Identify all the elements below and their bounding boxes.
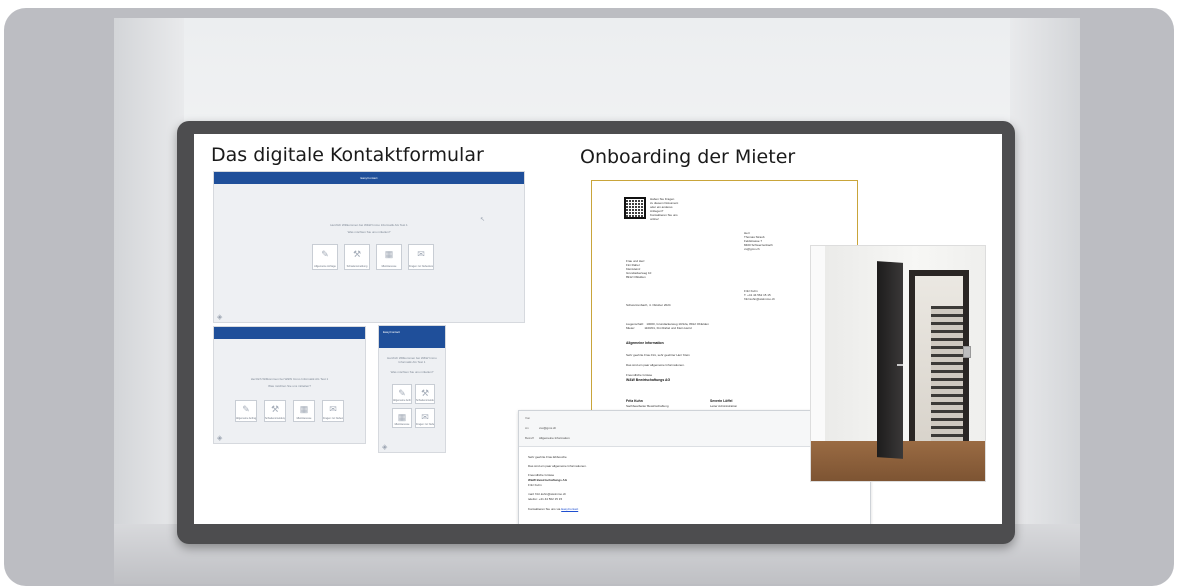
contact-form-mobile: EasyContact Herzlich Willkommen bei W&W … (378, 325, 446, 453)
letter-closing: Freundliche Grüsse (626, 373, 653, 377)
document-icon: ✎ (321, 248, 329, 259)
tile-general-inquiry[interactable]: ✎ Allgemeine Anfrage (312, 244, 338, 270)
email-from-row: Von (525, 416, 531, 420)
tile-general-inquiry[interactable]: ✎ Allgemeine Anfrage (235, 400, 257, 422)
form-bar-title: EasyContact (383, 330, 401, 334)
qr-code-sign (963, 346, 971, 358)
letter-salutation: Sehr geehrte Frau Fini, sehr geehrter He… (626, 353, 690, 357)
form-question-text: Was möchten Sie uns mitteilen? (268, 384, 311, 388)
tile-service-charges[interactable]: ✉ Fragen zur Nebenkosten (415, 408, 435, 428)
tool-icon: ⚒ (270, 404, 280, 414)
tile-rental-interest[interactable]: ▦ Mietinteresse (293, 400, 315, 422)
building-icon: ▦ (397, 411, 407, 422)
building-icon: ▦ (384, 248, 394, 259)
logo-icon: ◈ (217, 435, 223, 442)
qr-code (624, 197, 646, 219)
door-photo (810, 245, 986, 482)
form-question-text: Was möchten Sie uns mitteilen? (347, 230, 391, 234)
tile-service-charges[interactable]: ✉ Fragen zur Nebenkosten (322, 400, 344, 422)
sender-address: Frau und Herr Fini Rahel KleinHeinz Grun… (626, 259, 652, 279)
document-icon: ✎ (398, 387, 406, 398)
form-bar-title: EasyContact (360, 176, 378, 180)
signature-2-name: Severin Löffel (710, 399, 733, 403)
cursor-icon: ↖ (480, 217, 486, 223)
qr-note: Haben Sie Fragen zu diesem Dokument oder… (650, 197, 679, 221)
signature-1-role: Sachbearbeiter Bewirtschaftung (626, 404, 669, 408)
form-welcome-text: Herzlich Willkommen bei W&W Immo Informa… (330, 223, 408, 227)
email-contact-line: Kontaktieren Sie uns via EasyContact (528, 507, 579, 511)
receipt-icon: ✉ (417, 248, 425, 259)
signature-1-name: Fritz Kuhn (626, 399, 643, 403)
letter-company: W&W Bewirtschaftungs AG (626, 378, 671, 382)
recipient-address: Herr Thomas Straub Feldstrasse 7 8400 Sc… (744, 231, 773, 251)
tile-general-inquiry[interactable]: ✎ Allgemeine Anfrage (392, 384, 412, 404)
form-welcome-text: Herzlich Willkommen bei W&W Immo Informa… (387, 356, 437, 364)
heading-contact-form: Das digitale Kontaktformular (211, 144, 484, 166)
logo-icon: ◈ (382, 444, 388, 451)
door-handle (897, 364, 903, 366)
letter-subject: Allgemeine Information (626, 341, 664, 345)
monitor-screen-content: Das digitale Kontaktformular Onboarding … (194, 134, 1002, 524)
document-icon: ✎ (242, 404, 250, 414)
tool-icon: ⚒ (352, 248, 362, 259)
easycontact-link[interactable]: EasyContact (561, 507, 578, 511)
receipt-icon: ✉ (421, 411, 429, 422)
tile-damage-report[interactable]: ⚒ Schadensmeldung (415, 384, 435, 404)
signature-2-role: Leiter Administration (710, 404, 738, 408)
logo-icon: ◈ (217, 314, 223, 321)
form-header-bar: EasyContact (214, 172, 524, 184)
room-wall-right (1010, 18, 1080, 584)
email-subject-row: Betreff Allgemeine Information (525, 436, 570, 440)
tile-damage-report[interactable]: ⚒ Schadensmeldung (344, 244, 370, 270)
tile-rental-interest[interactable]: ▦ Mietinteresse (392, 408, 412, 428)
tile-service-charges[interactable]: ✉ Fragen zur Nebenkosten (408, 244, 434, 270)
email-to-row: An xxx@gmx.ch (525, 426, 557, 430)
form-welcome-text: Herzlich Willkommen bei W&W Immo Informa… (250, 377, 329, 381)
form-header-bar: EasyContact (379, 326, 445, 348)
receipt-icon: ✉ (329, 404, 337, 414)
building-icon: ▦ (299, 404, 309, 414)
tool-icon: ⚒ (420, 387, 430, 398)
room-wall-left (114, 18, 184, 584)
open-door (877, 261, 903, 459)
contact-form-tablet: Herzlich Willkommen bei W&W Immo Informa… (213, 326, 366, 444)
contact-form-desktop: EasyContact Herzlich Willkommen bei W&W … (213, 171, 525, 323)
tile-damage-report[interactable]: ⚒ Schadensmeldung (264, 400, 286, 422)
property-info: Liegenschaft: 10000, Grundackerweg 10/12… (626, 322, 709, 330)
letter-date: Schwerzenbach, 4. Oktober 2024 (626, 303, 671, 307)
tile-rental-interest[interactable]: ▦ Mietinteresse (376, 244, 402, 270)
form-question-text: Was möchten Sie uns mitteilen? (390, 370, 434, 374)
contact-person: Fritz Kuhn T. +41 44 562 15 15 fritz.kuh… (744, 289, 775, 301)
form-header-bar (214, 327, 365, 339)
letter-body: Das sind ein paar allgemeine Information… (626, 363, 685, 367)
heading-onboarding: Onboarding der Mieter (580, 146, 796, 168)
